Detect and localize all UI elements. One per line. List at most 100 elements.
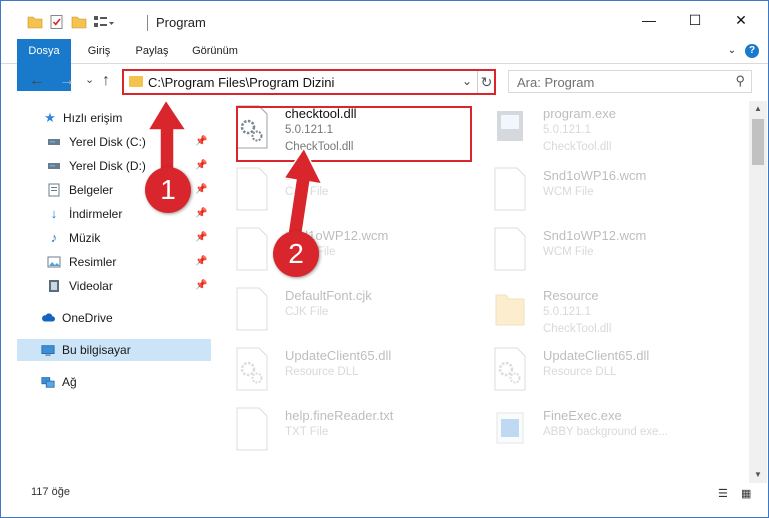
file-detail: WCM File: [543, 246, 594, 258]
title-separator: [147, 15, 148, 31]
file-name: FineExec.exe: [543, 408, 622, 423]
cloud-icon: [41, 311, 55, 325]
details-view-icon[interactable]: ☰: [718, 487, 734, 500]
scroll-up-icon[interactable]: ▲: [749, 101, 767, 117]
file-name: Resource: [543, 288, 599, 303]
file-name: help.fineReader.txt: [285, 408, 394, 423]
scroll-down-icon[interactable]: ▼: [749, 467, 767, 483]
tab-view[interactable]: Görünüm: [187, 39, 243, 63]
sidebar-item-label: Müzik: [69, 231, 101, 245]
expand-ribbon-icon[interactable]: ⌄: [725, 39, 739, 63]
file-name: UpdateClient65.dll: [285, 348, 392, 363]
vertical-scrollbar[interactable]: ▲ ▼: [749, 101, 767, 483]
customize-toolbar-icon[interactable]: [93, 14, 115, 30]
file-item[interactable]: DefaultFont.cjk CJK File: [223, 285, 463, 337]
dll-icon: [494, 347, 526, 391]
tiles-view-icon[interactable]: ▦: [741, 487, 757, 500]
file-name: DefaultFont.cjk: [285, 288, 372, 303]
search-box[interactable]: Ara: Program ⚲: [508, 70, 752, 93]
refresh-icon[interactable]: ↻: [477, 71, 495, 93]
search-icon[interactable]: ⚲: [735, 73, 745, 89]
videos-icon: [47, 279, 61, 293]
ribbon-tabs: Dosya Giriş Paylaş Görünüm ⌄ ?: [1, 39, 768, 91]
documents-icon: [47, 183, 61, 197]
file-item[interactable]: FineExec.exe ABBY background exe...: [481, 405, 721, 457]
address-path[interactable]: C:\Program Files\Program Dizini: [148, 75, 334, 90]
file-item[interactable]: help.fineReader.txt TXT File: [223, 405, 463, 457]
maximize-button[interactable]: ☐: [672, 1, 718, 39]
file-detail: CheckTool.dll: [543, 323, 612, 335]
sidebar-item-label: Ağ: [62, 375, 77, 389]
sidebar-item-videos[interactable]: Videolar 📌: [17, 275, 211, 297]
file-detail: WCM File: [543, 186, 594, 198]
sidebar-item-label: Resimler: [69, 255, 117, 269]
pin-icon[interactable]: 📌: [195, 203, 207, 225]
file-item[interactable]: UpdateClient65.dll Resource DLL: [223, 345, 463, 397]
file-name: Snd1oWP12.wcm: [543, 228, 647, 243]
folder-icon: [495, 294, 525, 326]
file-detail: 5.0.121.1: [543, 306, 591, 318]
address-dropdown-icon[interactable]: ⌄: [462, 74, 472, 88]
sidebar-item-label: İndirmeler: [69, 207, 123, 221]
close-button[interactable]: ✕: [718, 1, 764, 39]
pin-icon[interactable]: 📌: [195, 227, 207, 249]
music-icon: ♪: [50, 230, 58, 245]
file-detail: TXT File: [285, 426, 329, 438]
exe-icon: [496, 412, 524, 444]
network-icon: [41, 375, 55, 389]
sidebar-item-pictures[interactable]: Resimler 📌: [17, 251, 211, 273]
scroll-thumb[interactable]: [752, 119, 764, 165]
tab-home[interactable]: Giriş: [81, 39, 117, 63]
help-icon[interactable]: ?: [745, 44, 759, 58]
tab-share[interactable]: Paylaş: [129, 39, 175, 63]
explorer-window: Program — ☐ ✕ Dosya Giriş Paylaş Görünüm…: [0, 0, 769, 518]
download-icon: ↓: [50, 206, 58, 221]
search-placeholder[interactable]: Ara: Program: [517, 75, 594, 90]
file-name: Snd1oWP16.wcm: [543, 168, 647, 183]
pin-icon[interactable]: 📌: [195, 251, 207, 273]
file-icon: [494, 227, 526, 271]
status-bar: 117 öğe ☰ ▦: [1, 483, 768, 503]
file-icon: [236, 227, 268, 271]
sidebar-item-label: Videolar: [69, 279, 113, 293]
star-icon: ★: [44, 110, 56, 125]
sidebar-item-label: Yerel Disk (C:): [69, 135, 146, 149]
file-item[interactable]: Snd1oWP16.wcm WCM File: [481, 165, 721, 217]
file-item[interactable]: program.exe 5.0.121.1 CheckTool.dll: [481, 103, 721, 155]
title-bar: Program — ☐ ✕: [1, 1, 768, 39]
file-icon: [236, 407, 268, 451]
forward-button[interactable]: →: [59, 72, 75, 90]
file-item[interactable]: UpdateClient65.dll Resource DLL: [481, 345, 721, 397]
window-title: Program: [156, 15, 206, 30]
item-count: 117 öğe: [31, 486, 70, 498]
sidebar-item-music[interactable]: ♪ Müzik 📌: [17, 227, 211, 249]
minimize-button[interactable]: —: [626, 1, 672, 39]
file-name: program.exe: [543, 106, 616, 121]
folder-icon: [27, 16, 43, 29]
exe-icon: [497, 111, 523, 141]
folder-icon: [129, 76, 143, 87]
pictures-icon: [47, 255, 61, 269]
sidebar-item-onedrive[interactable]: OneDrive: [17, 307, 211, 329]
back-button[interactable]: ←: [29, 72, 45, 90]
callout-badge-2: 2: [273, 231, 319, 277]
new-folder-icon[interactable]: [71, 14, 87, 30]
up-button[interactable]: ↑: [102, 72, 110, 90]
file-icon: [236, 287, 268, 331]
file-detail: CJK File: [285, 306, 329, 318]
file-item[interactable]: Snd1oWP12.wcm WCM File: [481, 225, 721, 277]
sidebar-item-label: Bu bilgisayar: [62, 343, 131, 357]
sidebar-item-this-pc[interactable]: Bu bilgisayar: [17, 339, 211, 361]
file-detail: Resource DLL: [285, 366, 359, 378]
recent-locations-button[interactable]: ⌄: [85, 73, 94, 86]
file-item[interactable]: ca.cjk CJK File: [223, 165, 463, 217]
pin-icon[interactable]: 📌: [195, 275, 207, 297]
file-icon: [236, 167, 268, 211]
sidebar-item-network[interactable]: Ağ: [17, 371, 211, 393]
quick-access-toolbar: [27, 13, 115, 31]
file-item[interactable]: Resource 5.0.121.1 CheckTool.dll: [481, 285, 721, 337]
file-item[interactable]: Snd1oWP12.wcm WCM File: [223, 225, 463, 277]
file-detail: ABBY background exe...: [543, 426, 669, 438]
dll-icon: [236, 347, 268, 391]
properties-icon[interactable]: [49, 14, 65, 30]
